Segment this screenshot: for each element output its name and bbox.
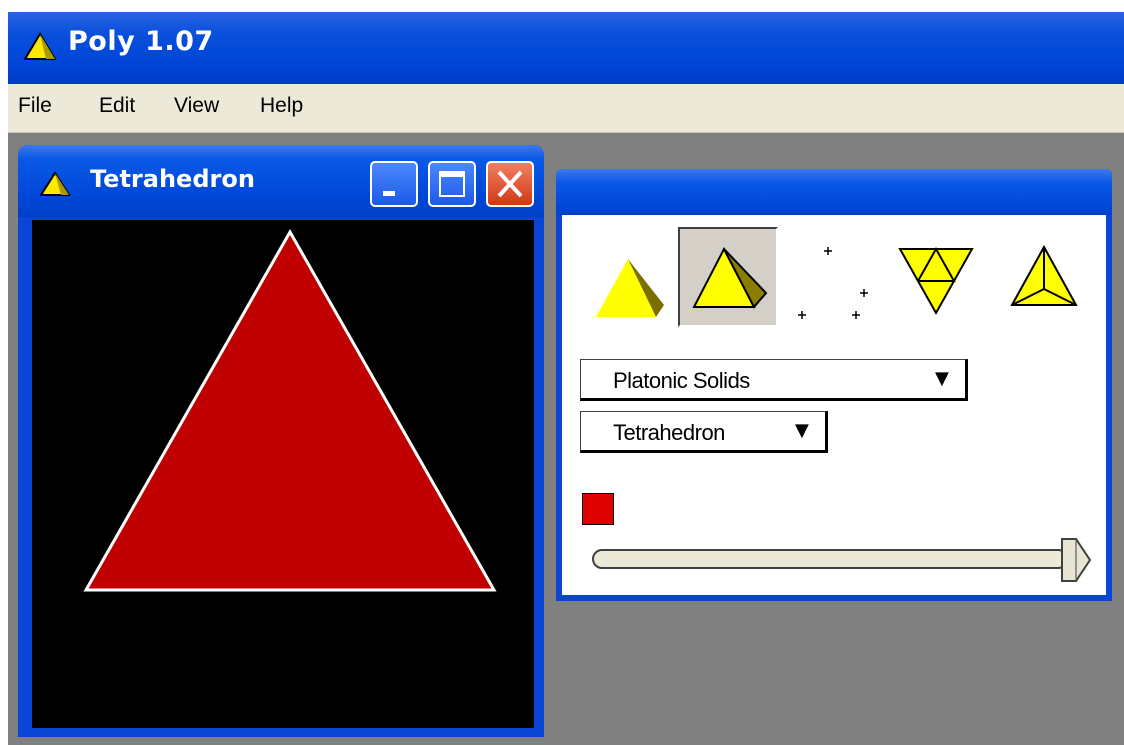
wireframe-icon — [1010, 244, 1078, 306]
slider-track[interactable] — [592, 549, 1068, 569]
minimize-button[interactable] — [370, 161, 418, 207]
tetrahedron-face — [83, 228, 497, 592]
chevron-down-icon: ▼ — [795, 420, 809, 441]
color-swatch[interactable] — [582, 493, 614, 525]
render-svg — [83, 228, 497, 592]
tool-wireframe[interactable] — [998, 239, 1098, 339]
solid-select-value: Tetrahedron — [613, 420, 725, 445]
panel-body: Platonic Solids ▼ Tetrahedron ▼ — [562, 215, 1106, 595]
solid-select[interactable]: Tetrahedron ▼ — [580, 411, 828, 453]
tool-shaded-solid[interactable] — [678, 227, 778, 327]
maximize-icon — [439, 171, 465, 197]
close-icon — [497, 170, 523, 198]
vertices-icon — [798, 247, 868, 319]
menubar: File Edit View Help — [8, 84, 1124, 133]
chevron-down-icon: ▼ — [935, 368, 949, 389]
family-select[interactable]: Platonic Solids ▼ — [580, 359, 968, 401]
3d-solid-icon — [596, 259, 664, 317]
tool-3d-solid[interactable] — [586, 241, 670, 337]
poly-logo-icon — [24, 32, 56, 60]
minimize-icon — [383, 191, 395, 196]
panel-titlebar[interactable] — [556, 169, 1112, 215]
menu-view[interactable]: View — [174, 94, 219, 118]
menu-file[interactable]: File — [18, 94, 52, 118]
tool-net[interactable] — [890, 239, 986, 339]
menu-help[interactable]: Help — [260, 94, 303, 118]
shaded-solid-icon — [692, 246, 768, 309]
render-canvas[interactable] — [32, 220, 534, 728]
tetrahedron-window: Tetrahedron — [18, 145, 544, 737]
menu-edit[interactable]: Edit — [99, 94, 135, 118]
slider-thumb[interactable] — [1054, 533, 1094, 587]
net-icon — [898, 246, 974, 316]
maximize-button[interactable] — [428, 161, 476, 207]
poly-logo-icon — [40, 171, 70, 196]
child-titlebar[interactable]: Tetrahedron — [18, 145, 544, 217]
app-titlebar[interactable]: Poly 1.07 — [8, 12, 1124, 84]
app-title: Poly 1.07 — [68, 26, 214, 57]
app-window: Poly 1.07 File Edit View Help Tetrahedro… — [8, 12, 1124, 745]
close-button[interactable] — [486, 161, 534, 207]
family-select-value: Platonic Solids — [613, 368, 750, 393]
child-window-title: Tetrahedron — [90, 165, 255, 193]
tool-vertices[interactable] — [784, 239, 884, 339]
tool-panel: Platonic Solids ▼ Tetrahedron ▼ — [556, 169, 1112, 601]
